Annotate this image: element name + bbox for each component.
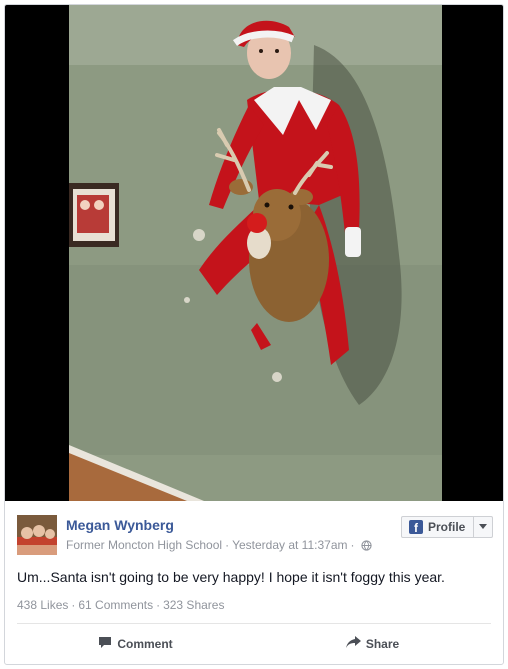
author-school[interactable]: Former Moncton High School [66,538,222,552]
post-photo-frame[interactable] [5,5,503,501]
stats-separator: · [156,598,161,612]
post-caption: Um...Santa isn't going to be very happy!… [17,569,445,585]
author-name[interactable]: Megan Wynberg [66,517,174,533]
globe-icon[interactable] [360,540,372,554]
profile-button[interactable]: f Profile [401,516,493,538]
avatar[interactable] [17,515,57,555]
post-stats: 438 Likes · 61 Comments · 323 Shares [17,598,224,612]
comment-button[interactable]: Comment [17,631,254,657]
post-card: Megan Wynberg Former Moncton High School… [4,4,504,665]
post-meta: Former Moncton High School · Yesterday at … [66,538,372,554]
profile-button-label: Profile [428,520,466,534]
post-photo[interactable] [69,5,442,501]
meta-separator: · [225,538,230,552]
caret-down-icon[interactable] [473,517,492,537]
comment-button-label: Comment [117,637,173,651]
comments-count[interactable]: 61 Comments [78,598,153,612]
post-header: Megan Wynberg Former Moncton High School… [17,513,493,563]
post-actions: Comment Share [17,631,491,657]
share-button[interactable]: Share [254,631,491,657]
post-timestamp[interactable]: Yesterday at 11:37am [232,538,347,552]
comment-icon [98,636,112,652]
divider [17,623,491,624]
elf-on-reindeer-photo [69,5,442,501]
likes-count[interactable]: 438 Likes [17,598,68,612]
share-button-label: Share [365,637,400,651]
meta-separator: · [350,538,355,552]
avatar-image [17,515,57,555]
stats-separator: · [71,598,76,612]
share-icon [345,636,361,652]
shares-count[interactable]: 323 Shares [163,598,224,612]
facebook-logo-icon: f [409,520,423,534]
